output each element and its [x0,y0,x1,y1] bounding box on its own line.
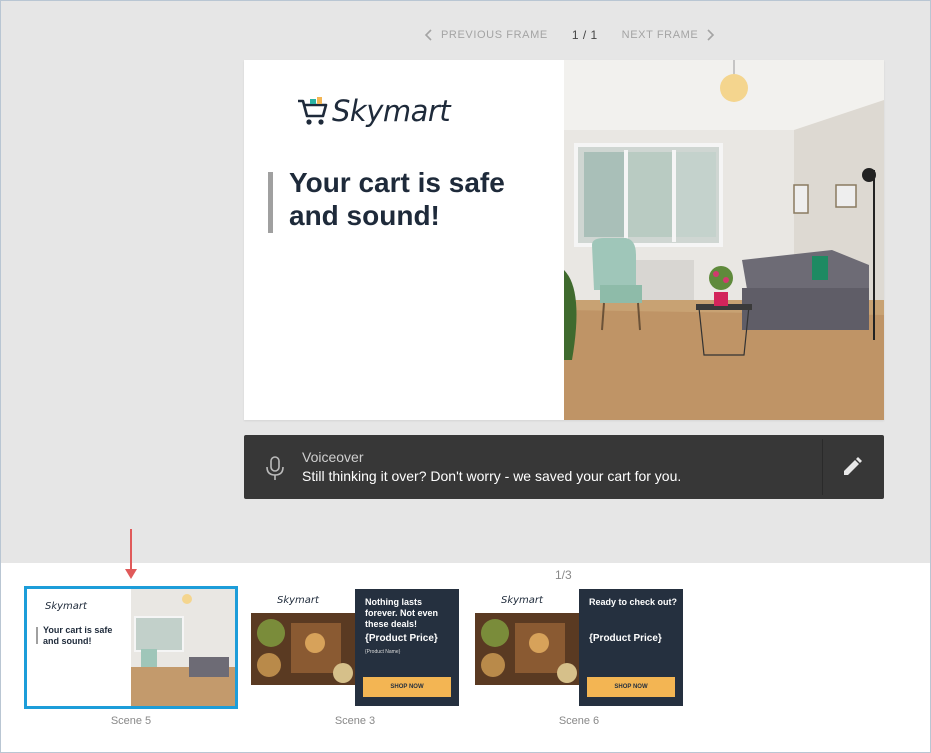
scene6-food-illustration [475,613,579,685]
scene5-brand: Skymart [45,601,87,612]
scene-thumbnail-5[interactable]: Skymart Your cart is safe and sound! [24,586,238,709]
previous-frame-label: PREVIOUS FRAME [441,29,548,41]
scene-label-6: Scene 6 [558,715,600,727]
scene-thumbnail-3[interactable]: Skymart Nothing lasts forever. Not even … [251,589,459,706]
living-room-illustration [564,60,884,420]
edit-pencil-icon[interactable] [840,455,864,479]
scene-thumbnail-6[interactable]: Skymart Ready to check out? {Product Pri… [475,589,683,706]
shopping-cart-icon [298,97,328,125]
chevron-right-icon [707,29,715,41]
scene3-headline: Nothing lasts forever. Not even these de… [365,597,439,629]
scene6-product-price: {Product Price} [589,633,662,644]
brand-name: Skymart [332,94,451,128]
scene-label-3: Scene 3 [334,715,376,727]
editor-stage: PREVIOUS FRAME 1 / 1 NEXT FRAME Skymart … [1,1,930,563]
frame-counter: 1 / 1 [571,28,598,42]
scene5-photo [131,589,235,706]
scene6-image-panel: Skymart [475,589,579,706]
scene5-room-illustration [131,589,235,706]
scene3-shop-now-button: SHOP NOW [363,677,451,697]
scene3-product-price: {Product Price} [365,633,438,644]
scene3-food-illustration [251,613,355,685]
voiceover-script: Still thinking it over? Don't worry - we… [302,468,682,484]
next-frame-button[interactable]: NEXT FRAME [622,27,719,43]
scene6-offer-panel: Ready to check out? {Product Price} SHOP… [579,589,683,706]
scene-strip: 1/3 Skymart Your cart is safe and sound!… [1,529,930,752]
scene5-headline: Your cart is safe and sound! [43,625,113,646]
chevron-left-icon [424,29,432,41]
scene3-product-name: {Product Name} [365,649,401,655]
previous-frame-button[interactable]: PREVIOUS FRAME [421,27,548,43]
frame-navigation: PREVIOUS FRAME 1 / 1 NEXT FRAME [421,25,718,45]
scene3-image-panel: Skymart [251,589,355,706]
preview-text-panel: Skymart Your cart is safe and sound! [244,60,564,420]
next-frame-label: NEXT FRAME [621,29,699,41]
scene6-brand: Skymart [501,595,543,606]
scene3-offer-panel: Nothing lasts forever. Not even these de… [355,589,459,706]
scene-pager: 1/3 [555,568,572,582]
scene5-accent-bar [36,627,38,644]
preview-headline: Your cart is safe and sound! [289,167,505,231]
brand-logo: Skymart [296,94,451,128]
frame-preview[interactable]: Skymart Your cart is safe and sound! [244,60,884,420]
scene-label-5: Scene 5 [110,715,152,727]
living-room-photo [564,60,884,420]
scene6-shop-now-button: SHOP NOW [587,677,675,697]
scene5-text-panel: Skymart Your cart is safe and sound! [27,589,131,706]
current-scene-indicator-arrow [125,529,137,579]
scene6-headline: Ready to check out? [589,597,678,607]
microphone-icon [266,456,284,480]
voiceover-panel: Voiceover Still thinking it over? Don't … [244,435,884,499]
voiceover-title: Voiceover [302,449,364,465]
scene3-brand: Skymart [277,595,319,606]
voiceover-divider [822,439,823,495]
headline-accent-bar [268,172,273,233]
